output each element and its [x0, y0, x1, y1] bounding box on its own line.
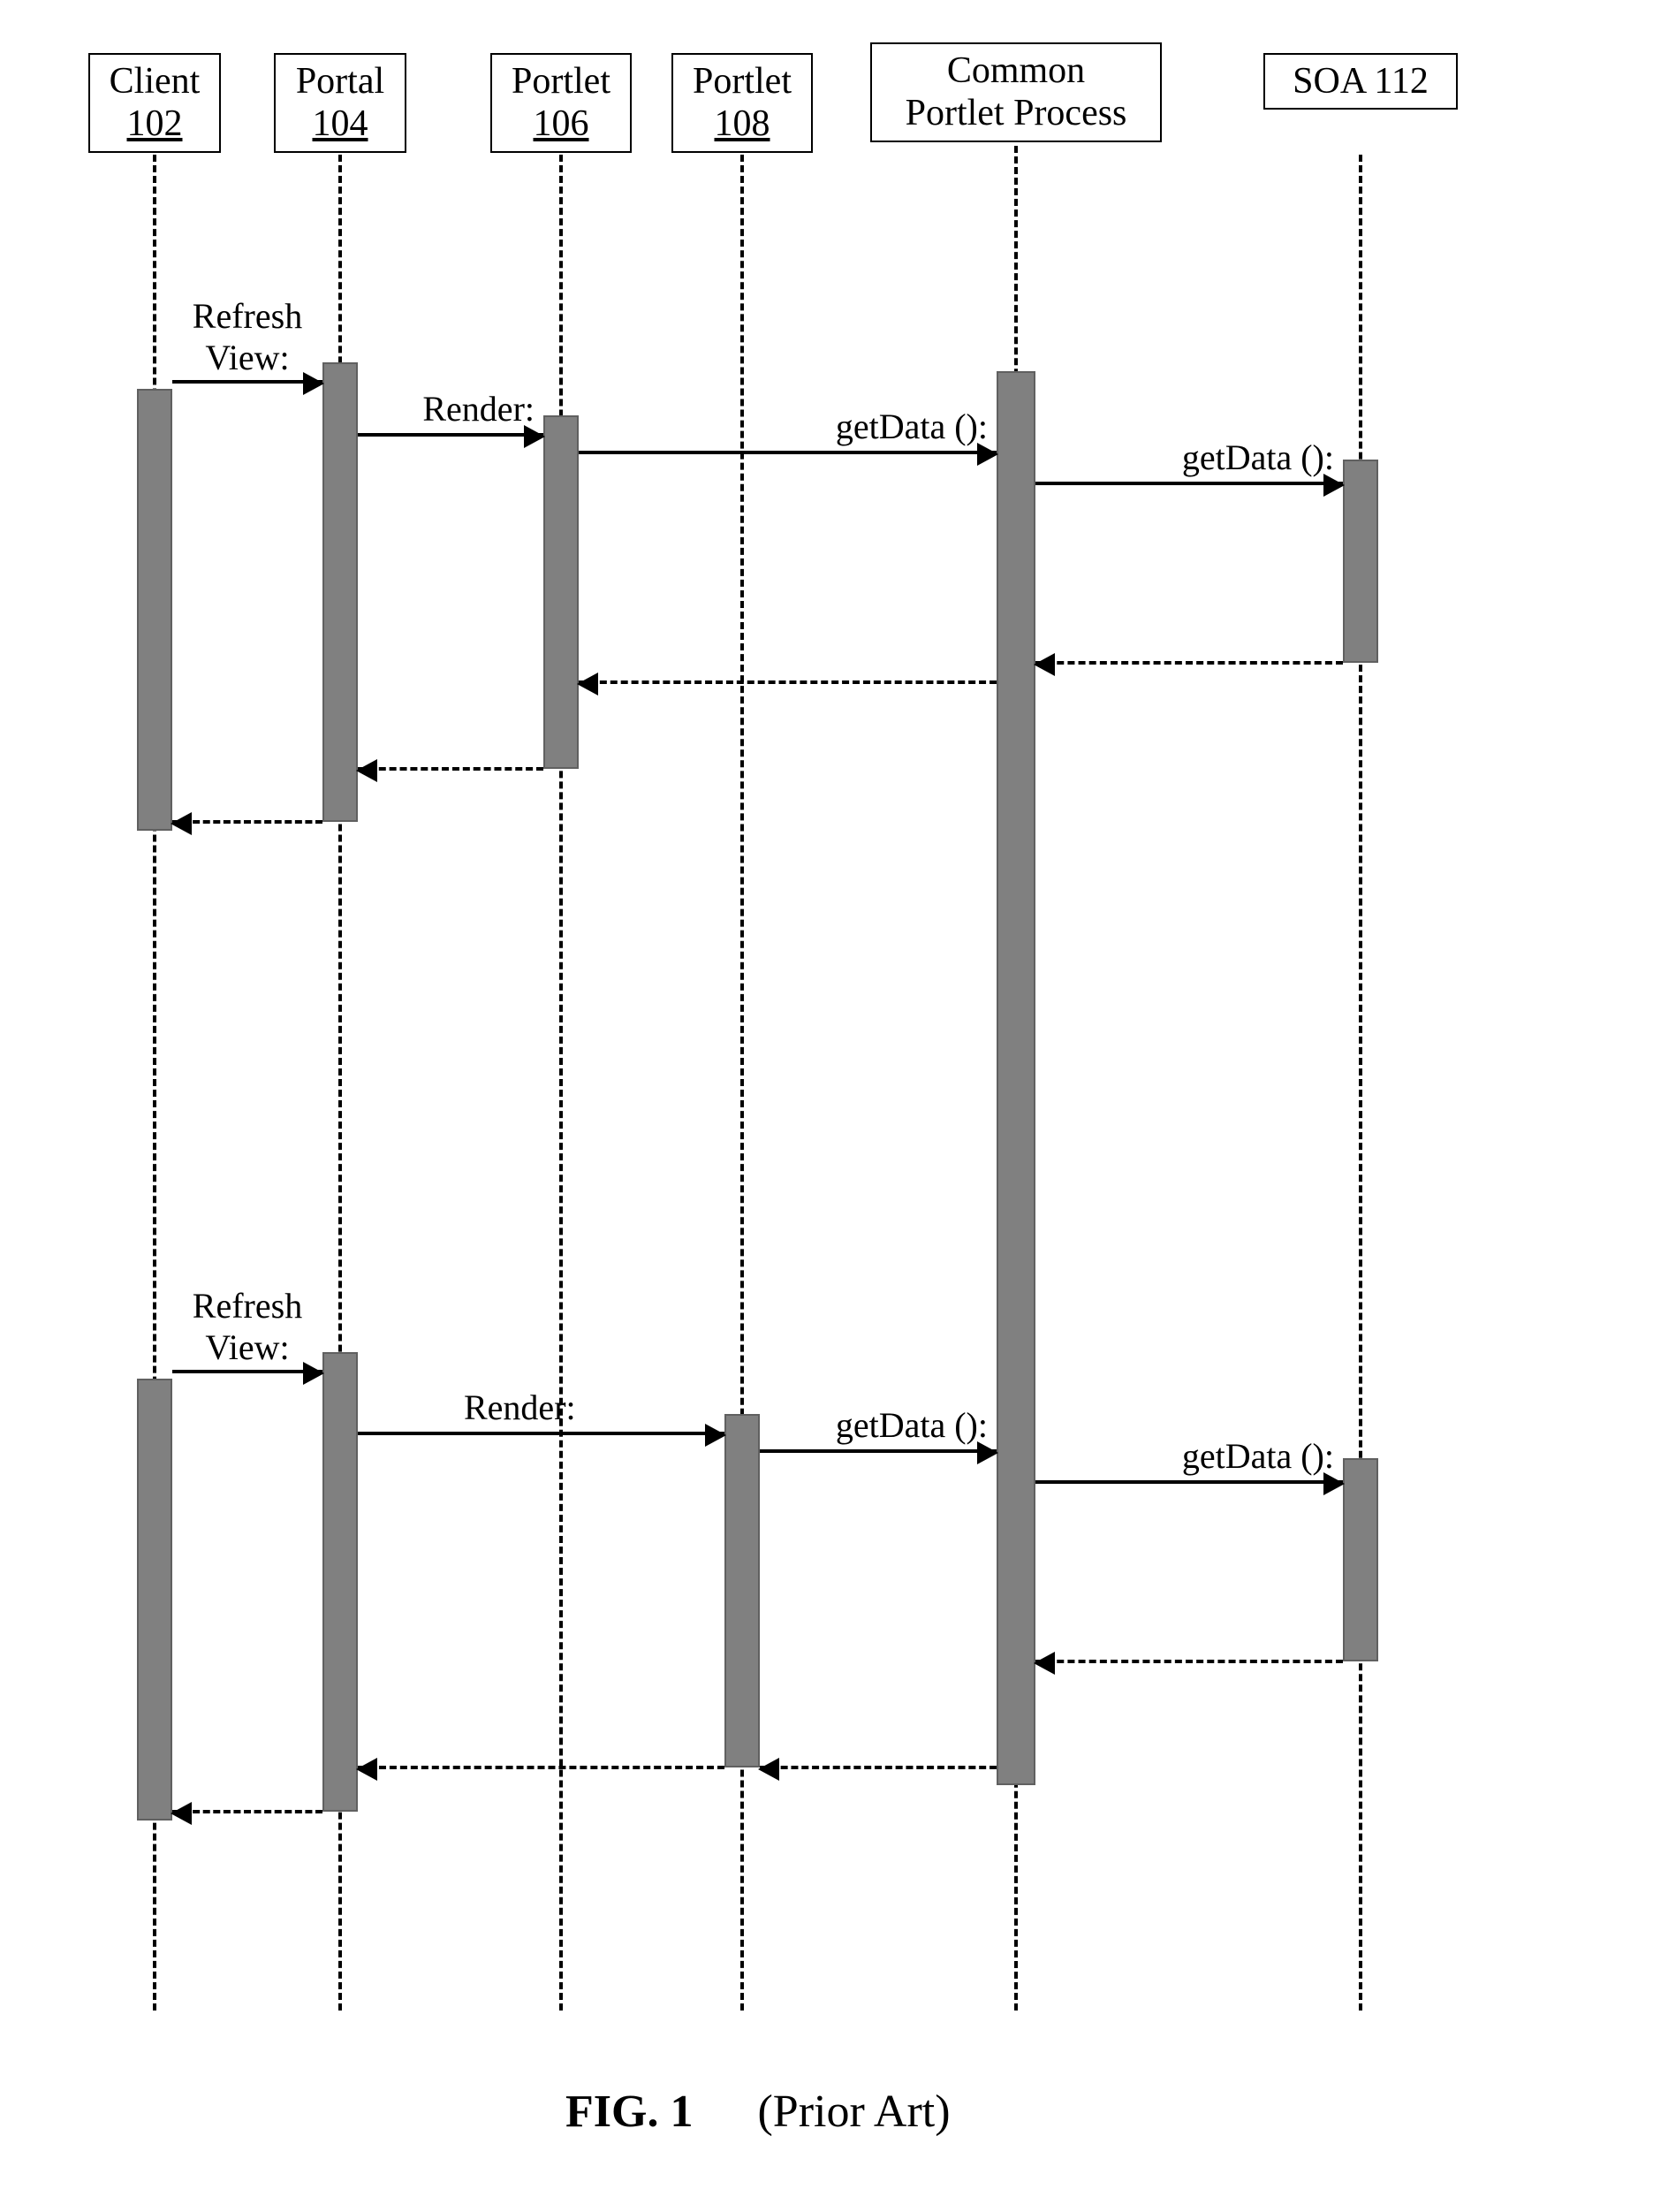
- msg-getdata-2a: getData ():: [760, 1449, 997, 1453]
- msg-getdata-1a: getData ():: [579, 451, 997, 454]
- msg-refresh-view-2: Refresh View:: [172, 1370, 322, 1373]
- msg-label: Refresh: [193, 1285, 302, 1326]
- arrowhead-icon: [303, 1362, 324, 1385]
- activation-soa-1: [1343, 460, 1378, 663]
- msg-label: View:: [193, 1326, 302, 1368]
- arrowhead-icon: [524, 425, 545, 448]
- participant-ref: 106: [499, 103, 623, 145]
- participant-portlet2: Portlet 108: [671, 53, 813, 153]
- arrowhead-icon: [705, 1424, 726, 1447]
- arrowhead-icon: [1323, 474, 1345, 497]
- participant-label: Portlet Process: [879, 92, 1153, 134]
- activation-portal-1: [322, 362, 358, 822]
- msg-getdata-2b: getData ():: [1035, 1480, 1343, 1484]
- participant-label: SOA 112: [1272, 60, 1449, 103]
- arrowhead-icon: [1034, 653, 1055, 676]
- msg-label: Render:: [464, 1387, 576, 1428]
- msg-getdata-1b: getData ():: [1035, 482, 1343, 485]
- activation-portlet1-1: [543, 415, 579, 769]
- participant-portal: Portal 104: [274, 53, 406, 153]
- participant-label: Common: [879, 49, 1153, 92]
- participant-portlet1: Portlet 106: [490, 53, 632, 153]
- msg-label: getData ():: [1182, 437, 1334, 478]
- activation-soa-2: [1343, 1458, 1378, 1661]
- arrowhead-icon: [977, 1441, 998, 1464]
- msg-label: getData ():: [1182, 1435, 1334, 1477]
- participant-label: Portlet: [680, 60, 804, 103]
- figure-number: FIG. 1: [565, 2087, 693, 2137]
- msg-label: Render:: [422, 388, 535, 429]
- msg-label: Refresh: [193, 295, 302, 337]
- msg-refresh-view-1: Refresh View:: [172, 380, 322, 384]
- arrowhead-icon: [1323, 1472, 1345, 1495]
- msg-label: View:: [193, 337, 302, 378]
- arrowhead-icon: [577, 673, 598, 696]
- lifeline-soa: [1359, 155, 1362, 2011]
- return-portlet1-portal-1: [358, 767, 543, 771]
- arrowhead-icon: [356, 1758, 377, 1781]
- return-portlet2-portal-2: [358, 1766, 724, 1769]
- return-cpp-portlet1-1: [579, 680, 997, 684]
- msg-label: getData ():: [836, 406, 988, 447]
- activation-cpp: [997, 371, 1035, 1785]
- arrowhead-icon: [1034, 1652, 1055, 1675]
- return-cpp-portlet2-2: [760, 1766, 997, 1769]
- msg-render-1: Render:: [358, 433, 543, 437]
- participant-label: Portal: [283, 60, 398, 103]
- arrowhead-icon: [303, 372, 324, 395]
- participant-soa: SOA 112: [1263, 53, 1458, 110]
- return-soa-cpp-2: [1035, 1660, 1343, 1663]
- msg-label: getData ():: [836, 1404, 988, 1446]
- participant-ref: 102: [97, 103, 212, 145]
- arrowhead-icon: [977, 443, 998, 466]
- activation-portal-2: [322, 1352, 358, 1812]
- participant-ref: 104: [283, 103, 398, 145]
- activation-client-1: [137, 389, 172, 831]
- arrowhead-icon: [758, 1758, 779, 1781]
- arrowhead-icon: [356, 759, 377, 782]
- return-soa-cpp-1: [1035, 661, 1343, 665]
- participant-client: Client 102: [88, 53, 221, 153]
- participant-label: Portlet: [499, 60, 623, 103]
- arrowhead-icon: [171, 1802, 192, 1825]
- activation-portlet2-2: [724, 1414, 760, 1767]
- activation-client-2: [137, 1379, 172, 1821]
- figure-caption: FIG. 1 (Prior Art): [565, 2086, 951, 2138]
- participant-label: Client: [97, 60, 212, 103]
- participant-cpp: Common Portlet Process: [870, 42, 1162, 142]
- participant-ref: 108: [680, 103, 804, 145]
- return-portal-client-1: [172, 820, 322, 824]
- return-portal-client-2: [172, 1810, 322, 1813]
- sequence-diagram: Client 102 Portal 104 Portlet 106 Portle…: [0, 0, 1653, 2212]
- msg-render-2: Render:: [358, 1432, 724, 1435]
- figure-prior-art: (Prior Art): [757, 2087, 950, 2137]
- arrowhead-icon: [171, 812, 192, 835]
